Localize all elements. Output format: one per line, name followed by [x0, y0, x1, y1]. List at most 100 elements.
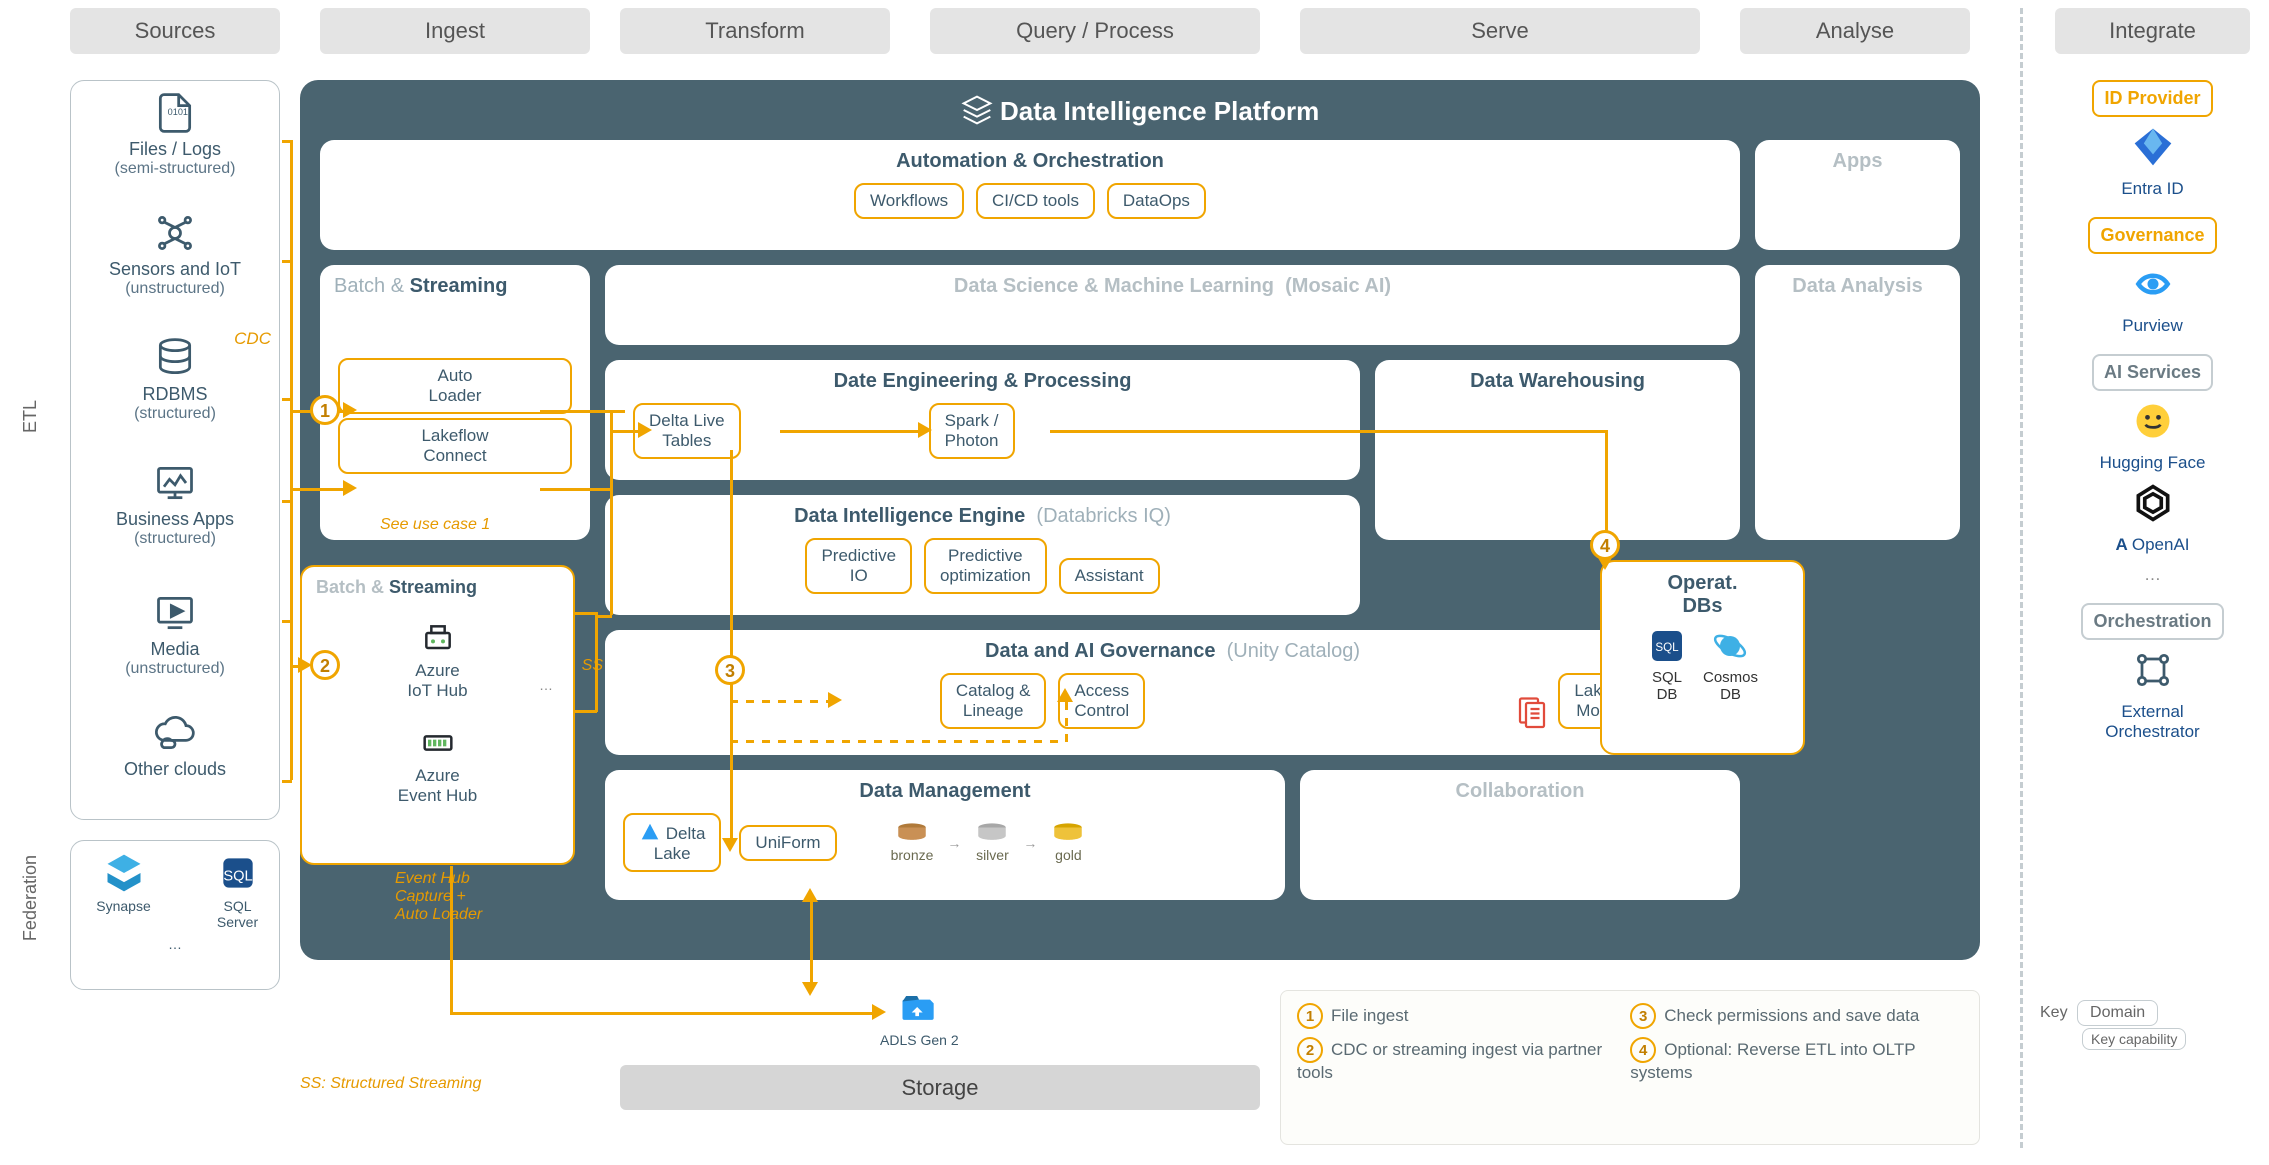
ext-orch-label: External Orchestrator	[2055, 702, 2250, 742]
adls-label: ADLS Gen 2	[880, 1032, 959, 1048]
dw-card: Data Warehousing	[1375, 360, 1740, 540]
more-dots: …	[539, 677, 553, 693]
die-title: Data Intelligence Engine (Databricks IQ)	[619, 505, 1346, 528]
openai-icon	[2131, 481, 2175, 525]
legend-1: File ingest	[1331, 1006, 1408, 1025]
collab-card: Collaboration	[1300, 770, 1740, 900]
sqlserver-label: SQL Server	[217, 898, 258, 930]
dm-card: Data Management Delta Lake UniForm bronz…	[605, 770, 1285, 900]
col-ingest: Ingest	[320, 8, 590, 54]
col-sources: Sources	[70, 8, 280, 54]
ai-title-pill: AI Services	[2092, 354, 2213, 391]
iot-label: Azure IoT Hub	[302, 661, 573, 701]
key-domain: Domain	[2077, 1000, 2158, 1026]
etl-label: ETL	[20, 400, 41, 433]
source-media: Media(unstructured)	[71, 591, 279, 678]
stack-icon	[961, 94, 993, 126]
media-icon	[153, 591, 197, 635]
sec-gov: Governance Purview	[2055, 217, 2250, 336]
entra-icon	[2131, 125, 2175, 169]
file-icon: 0101	[153, 91, 197, 135]
source-rdbms: RDBMS(structured)	[71, 336, 279, 423]
legend-4: Optional: Reverse ETL into OLTP systems	[1630, 1040, 1915, 1082]
usecase-note: See use case 1	[380, 516, 490, 534]
delta-icon	[639, 821, 661, 843]
gov-card: Data and AI Governance (Unity Catalog) C…	[605, 630, 1740, 755]
step-4: 4	[1590, 530, 1620, 560]
silver-label: silver	[975, 847, 1009, 863]
apps-card: Apps	[1755, 140, 1960, 250]
cosmos-label: Cosmos DB	[1703, 669, 1758, 703]
key-label: Key	[2040, 1004, 2068, 1021]
de-card: Date Engineering & Processing Delta Live…	[605, 360, 1360, 480]
apps-title: Apps	[1769, 150, 1946, 173]
id-provider-title: ID Provider	[2092, 80, 2212, 117]
col-integrate: Integrate	[2055, 8, 2250, 54]
key-cap: Key capability	[2082, 1028, 2186, 1050]
pill-catalog: Catalog & Lineage	[940, 673, 1047, 729]
pill-cicd: CI/CD tools	[976, 183, 1095, 219]
bronze-label: bronze	[891, 847, 934, 863]
sqldb-icon: SQL	[1647, 626, 1687, 666]
automation-title: Automation & Orchestration	[334, 150, 1726, 173]
collab-title: Collaboration	[1314, 780, 1726, 803]
step-3: 3	[715, 655, 745, 685]
col-analyse: Analyse	[1740, 8, 1970, 54]
silver-icon	[975, 822, 1009, 844]
architecture-diagram: Sources Ingest Transform Query / Process…	[0, 0, 2269, 1165]
hf-label: Hugging Face	[2055, 453, 2250, 473]
sensor-icon	[153, 211, 197, 255]
batch-streaming-outer: Batch & Streaming Azure IoT Hub … Azure …	[300, 565, 575, 865]
step-2: 2	[310, 650, 340, 680]
ss-legend: SS: Structured Streaming	[300, 1075, 481, 1093]
pill-predio: Predictive IO	[805, 538, 912, 594]
app-icon	[153, 461, 197, 505]
cdc-label: CDC	[234, 329, 271, 349]
eventhub-label: Azure Event Hub	[302, 766, 573, 806]
operat-card: Operat. DBs SQL SQL DB Cosmos DB	[1600, 560, 1805, 755]
source-clouds: Other clouds	[71, 711, 279, 780]
dsml-title: Data Science & Machine Learning (Mosaic …	[619, 275, 1726, 298]
eventhub-note: Event Hub Capture + Auto Loader	[395, 870, 482, 924]
cloud-icon	[153, 711, 197, 755]
federation-label: Federation	[20, 855, 41, 941]
synapse-icon	[102, 851, 146, 895]
db-icon	[153, 336, 197, 380]
source-iot: Sensors and IoT(unstructured)	[71, 211, 279, 298]
key-box: Key Domain Key capability	[2040, 1000, 2255, 1050]
sqldb-label: SQL DB	[1647, 669, 1687, 703]
pill-assistant: Assistant	[1059, 558, 1160, 594]
dip-title: Data Intelligence Platform	[300, 94, 1980, 127]
step-1: 1	[310, 395, 340, 425]
batch-streaming-inner: Batch & Streaming Auto Loader Lakeflow C…	[320, 265, 590, 540]
sec-orch: Orchestration External Orchestrator	[2055, 603, 2250, 742]
legend-2: CDC or streaming ingest via partner tool…	[1297, 1040, 1602, 1082]
operat-title: Operat. DBs	[1616, 572, 1789, 618]
legend-3: Check permissions and save data	[1664, 1006, 1919, 1025]
source-files: 0101 Files / Logs(semi-structured)	[71, 91, 279, 178]
synapse-label: Synapse	[96, 898, 150, 914]
iothub-icon	[418, 618, 458, 658]
legend-panel: 1File ingest 2CDC or streaming ingest vi…	[1280, 990, 1980, 1145]
svg-text:SQL: SQL	[223, 868, 252, 884]
eventhub-icon	[418, 723, 458, 763]
gov-title-pill: Governance	[2088, 217, 2216, 254]
orch-icon	[2131, 648, 2175, 692]
orch-title-pill: Orchestration	[2081, 603, 2223, 640]
data-analysis-title: Data Analysis	[1769, 275, 1946, 298]
storage-bar: Storage	[620, 1065, 1260, 1110]
sec-ai: AI Services Hugging Face A OpenAI …	[2055, 354, 2250, 585]
ai-more: …	[2055, 565, 2250, 585]
bs-outer-title: Batch & Streaming	[316, 577, 573, 598]
openai-label: A OpenAI	[2055, 535, 2250, 555]
sources-panel: 0101 Files / Logs(semi-structured) Senso…	[70, 80, 280, 820]
adls-block: ADLS Gen 2	[880, 985, 959, 1048]
col-serve: Serve	[1300, 8, 1700, 54]
de-title: Date Engineering & Processing	[619, 370, 1346, 393]
pill-deltalake: Delta Lake	[623, 813, 721, 872]
hf-icon	[2131, 399, 2175, 443]
gold-label: gold	[1051, 847, 1085, 863]
pill-workflows: Workflows	[854, 183, 964, 219]
purview-icon	[2131, 262, 2175, 306]
die-card: Data Intelligence Engine (Databricks IQ)…	[605, 495, 1360, 615]
